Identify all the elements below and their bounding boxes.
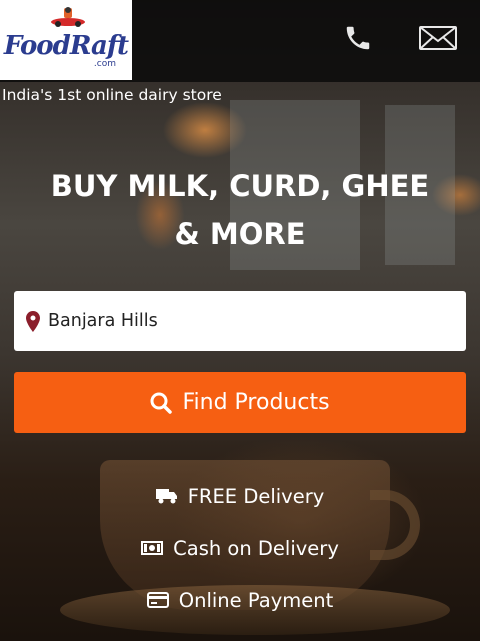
search-icon (150, 392, 173, 414)
money-icon (141, 540, 164, 556)
tagline: India's 1st online dairy store (2, 86, 222, 104)
phone-button[interactable] (336, 18, 380, 58)
header-bar: FoodRaft .com (0, 0, 480, 82)
feature-label: Online Payment (178, 588, 334, 612)
logo-text: FoodRaft (3, 31, 129, 61)
truck-icon (155, 487, 178, 505)
feature-label: Cash on Delivery (173, 536, 339, 560)
map-pin-icon (26, 310, 42, 332)
feature-online-payment: Online Payment (0, 574, 480, 626)
phone-icon (346, 26, 370, 50)
location-field[interactable] (14, 291, 466, 351)
find-products-button[interactable]: Find Products (14, 372, 466, 433)
features-list: FREE Delivery Cash on Delivery Online Pa… (0, 470, 480, 626)
feature-cash-on-delivery: Cash on Delivery (0, 522, 480, 574)
credit-card-icon (146, 592, 169, 608)
find-products-label: Find Products (182, 390, 330, 415)
page-headline: BUY MILK, CURD, GHEE & MORE (50, 169, 430, 251)
delivery-scooter-icon (51, 7, 85, 27)
logo-domain: .com (93, 59, 116, 69)
feature-free-delivery: FREE Delivery (0, 470, 480, 522)
feature-label: FREE Delivery (187, 484, 325, 508)
logo[interactable]: FoodRaft .com (0, 0, 132, 80)
mail-icon (419, 26, 457, 50)
mail-button[interactable] (416, 18, 460, 58)
location-input[interactable] (48, 301, 448, 341)
